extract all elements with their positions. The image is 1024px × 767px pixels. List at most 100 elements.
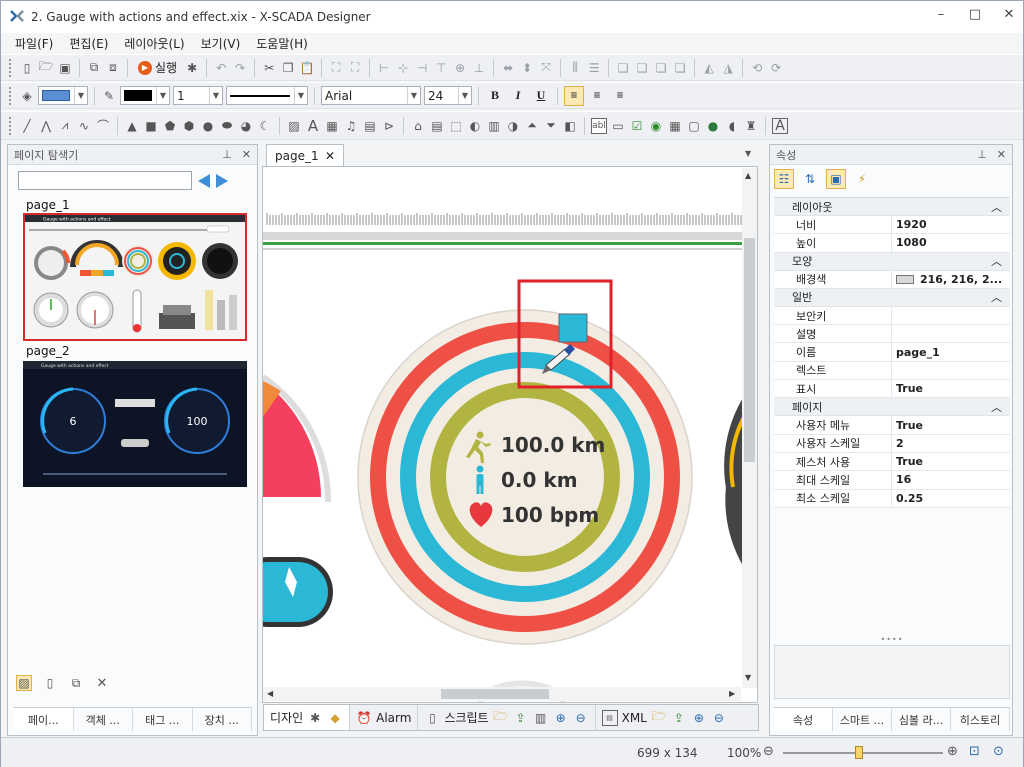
property-value[interactable]: 1080 [892, 234, 1010, 252]
rotate-left-icon[interactable]: ⟲ [749, 60, 765, 76]
canvas-vertical-scrollbar[interactable]: ▲ ▼ [742, 168, 757, 688]
property-value[interactable]: page_1 [892, 343, 1010, 361]
ellipse-tool-icon[interactable]: ⬬ [219, 118, 235, 134]
zoom-reset-icon[interactable]: ⊙ [993, 744, 1004, 759]
close-icon[interactable]: ✕ [1001, 7, 1017, 22]
events-view-icon[interactable]: ⚡ [852, 169, 872, 189]
menu-help[interactable]: 도움말(H) [256, 35, 308, 52]
pentagon-tool-icon[interactable]: ⬟ [162, 118, 178, 134]
zoom-slider-knob[interactable] [855, 746, 863, 759]
tab-script[interactable]: ▯ 스크립트 🗁 ⇪ ▥ ⊕ ⊖ [418, 705, 596, 730]
tab-properties[interactable]: 속성 [774, 708, 833, 731]
trend-tool-icon[interactable]: ⬚ [448, 118, 464, 134]
align-right-icon[interactable]: ⊣ [414, 60, 430, 76]
same-width-icon[interactable]: ⬌ [500, 60, 516, 76]
line-color-picker[interactable]: ▼ [120, 86, 170, 105]
collapse-icon[interactable]: ︿ [991, 289, 1002, 305]
fill-color-picker[interactable]: ▼ [38, 86, 88, 105]
script-zoom-in-icon[interactable]: ⊕ [553, 710, 569, 726]
page-1-label[interactable]: page_1 [26, 198, 70, 212]
chart-tool-icon[interactable]: ▤ [429, 118, 445, 134]
property-row[interactable]: 표시 True [774, 380, 1010, 399]
distribute-h-icon[interactable]: ⫼ [567, 60, 583, 76]
tab-pages[interactable]: 페이... [14, 708, 74, 731]
tab-symbol-library[interactable]: 심볼 라... [892, 708, 951, 731]
bold-button[interactable]: B [485, 86, 505, 106]
zoom-slider[interactable] [783, 746, 943, 759]
properties-view-icon[interactable]: ▣ [826, 169, 846, 189]
property-value[interactable]: True [892, 452, 1010, 471]
property-row[interactable]: 보안키 [774, 306, 1010, 326]
debug-icon[interactable]: ✱ [184, 60, 200, 76]
property-row[interactable]: 너비 1920 [774, 216, 1010, 235]
circle-tool-icon[interactable]: ● [200, 118, 216, 134]
category-page[interactable]: 페이지 ︿ [774, 398, 1010, 417]
hexagon-tool-icon[interactable]: ⬢ [181, 118, 197, 134]
rectangle-tool-icon[interactable]: ■ [143, 118, 159, 134]
page-1-thumbnail[interactable]: Gauge with actions and effect [23, 213, 247, 341]
edit-tool-icon[interactable]: ▭ [610, 118, 626, 134]
send-backward-icon[interactable]: ❏ [672, 60, 688, 76]
save-all-icon[interactable]: ⧉ [86, 60, 102, 76]
rotate-right-icon[interactable]: ⟳ [768, 60, 784, 76]
dial-tool-icon[interactable]: ◑ [505, 118, 521, 134]
line-style-select[interactable]: ▼ [226, 86, 308, 105]
tab-history[interactable]: 히스토리 [951, 708, 1010, 731]
tab-design[interactable]: 디자인 ✱ ◆ [264, 705, 351, 730]
category-layout[interactable]: 레이아웃 ︿ [774, 198, 1010, 216]
property-value[interactable] [892, 306, 1010, 325]
tab-xml[interactable]: ▤ XML 🗁 ⇪ ⊕ ⊖ [596, 705, 733, 730]
script-export-icon[interactable]: ⇪ [513, 710, 529, 726]
category-general[interactable]: 일반 ︿ [774, 288, 1010, 307]
document-list-dropdown-icon[interactable]: ▼ [745, 149, 751, 158]
alarm-light-tool-icon[interactable]: ♜ [743, 118, 759, 134]
run-button[interactable]: ▶ 실행 [134, 59, 181, 76]
property-row[interactable]: 제스처 사용 True [774, 452, 1010, 472]
property-value[interactable] [892, 361, 1010, 380]
radio-tool-icon[interactable]: ◉ [648, 118, 664, 134]
property-row[interactable]: 사용자 메뉴 True [774, 416, 1010, 435]
script-open-icon[interactable]: 🗁 [493, 709, 509, 726]
open-folder-icon[interactable]: 🗁 [38, 59, 54, 76]
tab-objects[interactable]: 객체 ... [74, 708, 133, 731]
tab-alarm[interactable]: ⏰ Alarm [350, 705, 419, 730]
document-tab-page-1[interactable]: page_1 ✕ [266, 144, 344, 166]
script-panel-icon[interactable]: ▥ [533, 710, 549, 726]
page-view-icon[interactable]: ▨ [16, 675, 32, 691]
menu-view[interactable]: 보기(V) [201, 35, 241, 52]
bring-forward-icon[interactable]: ❏ [653, 60, 669, 76]
line-width-select[interactable]: 1 ▼ [173, 86, 223, 105]
property-value[interactable]: 0.25 [892, 489, 1010, 507]
zoom-in-icon[interactable]: ⊕ [947, 744, 958, 759]
tab-devices[interactable]: 장치 ... [193, 708, 252, 731]
font-tool-icon[interactable]: A [772, 117, 788, 134]
undo-icon[interactable]: ↶ [213, 60, 229, 76]
text-align-center-button[interactable]: ≡ [587, 86, 607, 106]
property-row[interactable]: 높이 1080 [774, 234, 1010, 253]
align-center-icon[interactable]: ⊹ [395, 60, 411, 76]
vertical-scroll-thumb[interactable] [744, 238, 755, 462]
pen-icon[interactable]: ✎ [101, 88, 117, 104]
funnel-tool-icon[interactable]: ⏷ [543, 118, 559, 134]
panel-splitter[interactable]: •••• [774, 635, 1010, 644]
xml-zoom-in-icon[interactable]: ⊕ [691, 710, 707, 726]
italic-button[interactable]: I [508, 86, 528, 106]
copy-icon[interactable]: ❐ [280, 60, 296, 76]
font-name-select[interactable]: Arial ▼ [321, 86, 421, 105]
menu-edit[interactable]: 편집(E) [69, 35, 108, 52]
font-size-select[interactable]: 24 ▼ [424, 86, 472, 105]
maximize-icon[interactable]: □ [967, 7, 983, 22]
send-back-icon[interactable]: ❏ [634, 60, 650, 76]
lamp-tool-icon[interactable]: ◖ [724, 118, 740, 134]
align-left-icon[interactable]: ⊢ [376, 60, 392, 76]
pin-icon[interactable]: ⊥ [222, 148, 232, 161]
page-search-input[interactable] [18, 171, 192, 190]
cut-icon[interactable]: ✂ [261, 60, 277, 76]
collapse-icon[interactable]: ︿ [991, 253, 1002, 269]
same-height-icon[interactable]: ⬍ [519, 60, 535, 76]
categorized-view-icon[interactable]: ☷ [774, 169, 794, 189]
checkbox-tool-icon[interactable]: ☑ [629, 118, 645, 134]
polygon-tool-icon[interactable]: ⩘ [57, 118, 73, 134]
pyramid-tool-icon[interactable]: ⏶ [524, 118, 540, 134]
xml-open-icon[interactable]: 🗁 [651, 709, 667, 726]
